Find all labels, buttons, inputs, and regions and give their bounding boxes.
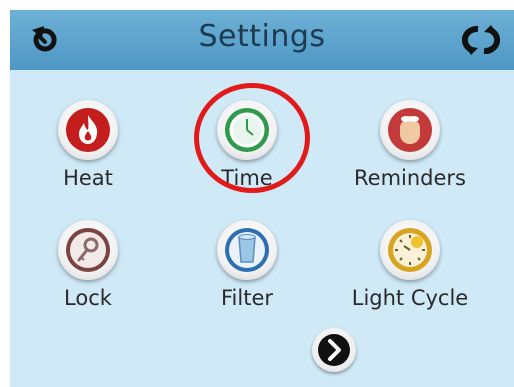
menu-item-lock[interactable]: Lock [13,220,163,330]
filter-cartridge-icon [225,228,269,272]
light-cycle-icon [388,228,432,272]
clock-icon [225,108,269,152]
heat-button[interactable] [58,100,118,160]
menu-item-reminders[interactable]: Reminders [335,100,485,210]
reminders-button[interactable] [380,100,440,160]
filter-button[interactable] [217,220,277,280]
refresh-icon [461,25,501,55]
menu-item-filter[interactable]: Filter [172,220,322,330]
menu-item-time[interactable]: Time [172,100,322,210]
light-cycle-button[interactable] [380,220,440,280]
reminder-hand-icon [388,108,432,152]
menu-item-light-cycle[interactable]: Light Cycle [335,220,485,330]
flame-icon [66,108,110,152]
menu-item-label: Lock [64,286,112,310]
menu-item-heat[interactable]: Heat [13,100,163,210]
header-bar: Settings [10,10,514,70]
next-page-button[interactable] [312,328,356,372]
key-icon [66,228,110,272]
menu-item-label: Filter [220,286,273,310]
menu-item-label: Heat [63,166,113,190]
lock-button[interactable] [58,220,118,280]
chevron-right-icon [318,334,350,366]
page-title: Settings [198,19,326,54]
time-button[interactable] [217,100,277,160]
menu-item-label: Time [221,166,273,190]
settings-screen: Settings Heat Time Reminders Lock Filter… [10,10,514,387]
menu-item-label: Light Cycle [351,286,469,310]
menu-item-label: Reminders [354,166,466,190]
refresh-button[interactable] [461,24,501,56]
